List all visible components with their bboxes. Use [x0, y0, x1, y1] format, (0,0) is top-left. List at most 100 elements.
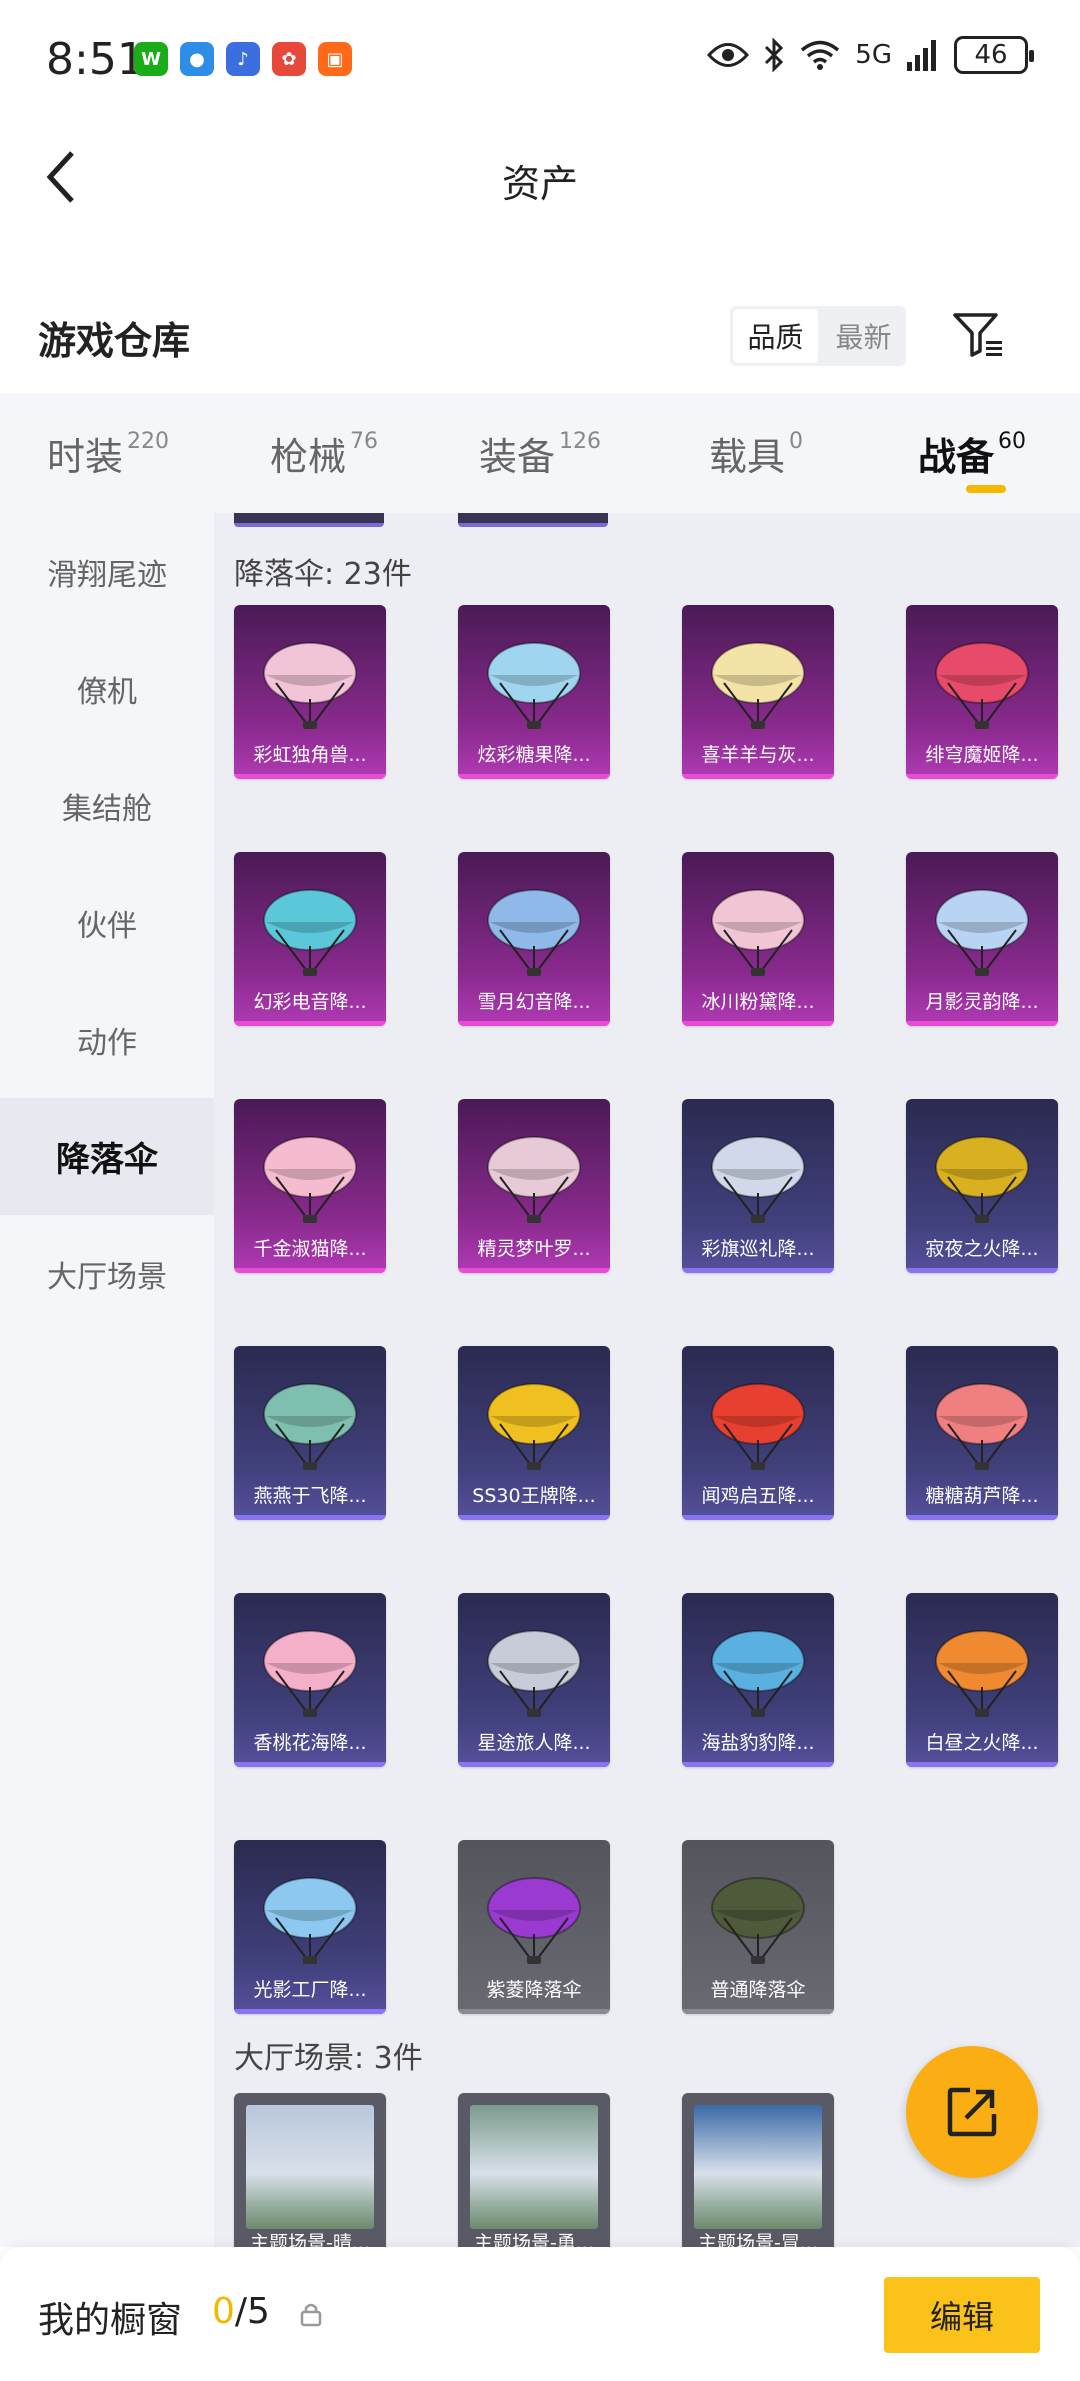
rarity-bar — [906, 1762, 1058, 1767]
rarity-bar — [906, 1021, 1058, 1026]
parachute-card[interactable]: 香桃花海降... — [234, 1593, 386, 1767]
parachute-card[interactable]: 彩虹独角兽... — [234, 605, 386, 779]
parachute-art — [487, 889, 581, 976]
section-title-scene: 大厅场景: 3件 — [234, 2041, 423, 2076]
parachute-art — [935, 1383, 1029, 1470]
tab-label: 时装 — [46, 434, 123, 479]
sort-quality[interactable]: 品质 — [733, 309, 818, 363]
rarity-bar — [682, 1268, 834, 1273]
edit-button[interactable]: 编辑 — [884, 2277, 1040, 2353]
scene-thumbnail — [246, 2105, 374, 2229]
bluetooth-icon — [765, 38, 784, 72]
parachute-art — [487, 1383, 581, 1470]
card-name: 千金淑猫降... — [253, 1238, 367, 1260]
tab-count: 76 — [350, 429, 378, 454]
parachute-card[interactable]: 月影灵韵降... — [906, 852, 1058, 1026]
rarity-bar — [234, 1762, 386, 1767]
parachute-art — [711, 889, 805, 976]
card-name: 糖糖葫芦降... — [925, 1485, 1039, 1507]
signal-icon — [907, 40, 936, 71]
tab-1[interactable]: 枪械 76 — [216, 393, 432, 513]
sidebar-item-0[interactable]: 滑翔尾迹 — [0, 513, 214, 630]
parachute-card[interactable]: 光影工厂降... — [234, 1840, 386, 2014]
parachute-card[interactable]: 幻彩电音降... — [234, 852, 386, 1026]
showcase-bar: 我的橱窗 0/5 编辑 — [0, 2247, 1080, 2381]
parachute-card[interactable]: 紫菱降落伞 — [458, 1840, 610, 2014]
parachute-card[interactable]: 精灵梦叶罗... — [458, 1099, 610, 1273]
card-name: 主题场景-勇... — [474, 2232, 594, 2247]
card-name: 闻鸡启五降... — [701, 1485, 815, 1507]
rarity-bar — [234, 1515, 386, 1520]
tab-4[interactable]: 战备 60 — [864, 393, 1080, 513]
parachute-card[interactable]: 糖糖葫芦降... — [906, 1346, 1058, 1520]
card-name: 主题场景-冒... — [698, 2232, 818, 2247]
parachute-card[interactable]: 寂夜之火降... — [906, 1099, 1058, 1273]
parachute-art — [711, 1877, 805, 1964]
parachute-card[interactable]: 白昼之火降... — [906, 1593, 1058, 1767]
sidebar-item-3[interactable]: 伙伴 — [0, 864, 214, 981]
scene-card[interactable]: 主题场景-勇... — [458, 2093, 610, 2247]
parachute-art — [711, 1383, 805, 1470]
showcase-count: 0/5 — [212, 2291, 270, 2332]
parachute-card[interactable]: 千金淑猫降... — [234, 1099, 386, 1273]
parachute-card[interactable]: 闻鸡启五降... — [682, 1346, 834, 1520]
scene-card[interactable]: 主题场景-晴... — [234, 2093, 386, 2247]
status-time: 8:51 — [46, 34, 145, 85]
card-name: 彩旗巡礼降... — [701, 1238, 815, 1260]
warehouse-header: 游戏仓库 品质 最新 — [0, 280, 1080, 390]
rarity-bar — [458, 1515, 610, 1520]
parachute-card[interactable]: 冰川粉黛降... — [682, 852, 834, 1026]
tab-count: 0 — [789, 429, 803, 454]
parachute-card[interactable]: 彩旗巡礼降... — [682, 1099, 834, 1273]
page-title: 资产 — [501, 162, 578, 206]
notification-apps: W ● ♪ ✿ ▣ — [134, 42, 352, 76]
tab-2[interactable]: 装备 126 — [432, 393, 648, 513]
filter-icon — [953, 313, 1002, 357]
filter-button[interactable] — [948, 305, 1008, 365]
scene-thumbnail — [470, 2105, 598, 2229]
card-name: 月影灵韵降... — [925, 991, 1039, 1013]
tab-count: 126 — [559, 429, 601, 454]
parachute-card[interactable]: 炫彩糖果降... — [458, 605, 610, 779]
card-name: 炫彩糖果降... — [477, 744, 591, 766]
parachute-card[interactable]: 海盐豹豹降... — [682, 1593, 834, 1767]
parachute-card[interactable]: 普通降落伞 — [682, 1840, 834, 2014]
tab-label: 枪械 — [269, 434, 346, 479]
share-button[interactable] — [906, 2046, 1038, 2178]
rarity-bar — [458, 2009, 610, 2014]
battery-level: 46 — [974, 40, 1008, 70]
parachute-art — [263, 1383, 357, 1470]
sidebar-item-5[interactable]: 降落伞 — [0, 1098, 214, 1215]
orange-app-icon: ▣ — [318, 42, 352, 76]
card-name: SS30王牌降... — [472, 1485, 596, 1507]
card-name: 光影工厂降... — [253, 1979, 367, 2001]
parachute-art — [935, 642, 1029, 729]
rarity-bar — [906, 1515, 1058, 1520]
tab-indicator — [966, 485, 1006, 493]
parachute-art — [487, 1136, 581, 1223]
card-name: 普通降落伞 — [710, 1979, 806, 2001]
sidebar-item-4[interactable]: 动作 — [0, 981, 214, 1098]
card-name: 雪月幻音降... — [477, 991, 591, 1013]
tab-0[interactable]: 时装 220 — [0, 393, 216, 513]
wifi-icon — [801, 40, 840, 70]
parachute-card[interactable]: 燕燕于飞降... — [234, 1346, 386, 1520]
eye-icon — [707, 43, 750, 67]
tab-3[interactable]: 载具 0 — [648, 393, 864, 513]
parachute-card[interactable]: 喜羊羊与灰... — [682, 605, 834, 779]
music-icon: ♪ — [226, 42, 260, 76]
rarity-bar — [906, 774, 1058, 779]
page-header: 资产 — [0, 125, 1080, 225]
sidebar-item-2[interactable]: 集结舱 — [0, 747, 214, 864]
parachute-card[interactable]: SS30王牌降... — [458, 1346, 610, 1520]
rarity-bar — [458, 1268, 610, 1273]
status-bar: 8:51 W ● ♪ ✿ ▣ 5G 46 — [0, 0, 1080, 125]
parachute-card[interactable]: 绯穹魔姬降... — [906, 605, 1058, 779]
parachute-card[interactable]: 星途旅人降... — [458, 1593, 610, 1767]
parachute-card[interactable]: 雪月幻音降... — [458, 852, 610, 1026]
sidebar-item-1[interactable]: 僚机 — [0, 630, 214, 747]
sidebar-item-6[interactable]: 大厅场景 — [0, 1215, 214, 1332]
sort-newest[interactable]: 最新 — [821, 306, 906, 366]
warehouse-title: 游戏仓库 — [38, 319, 191, 363]
scene-card[interactable]: 主题场景-冒... — [682, 2093, 834, 2247]
